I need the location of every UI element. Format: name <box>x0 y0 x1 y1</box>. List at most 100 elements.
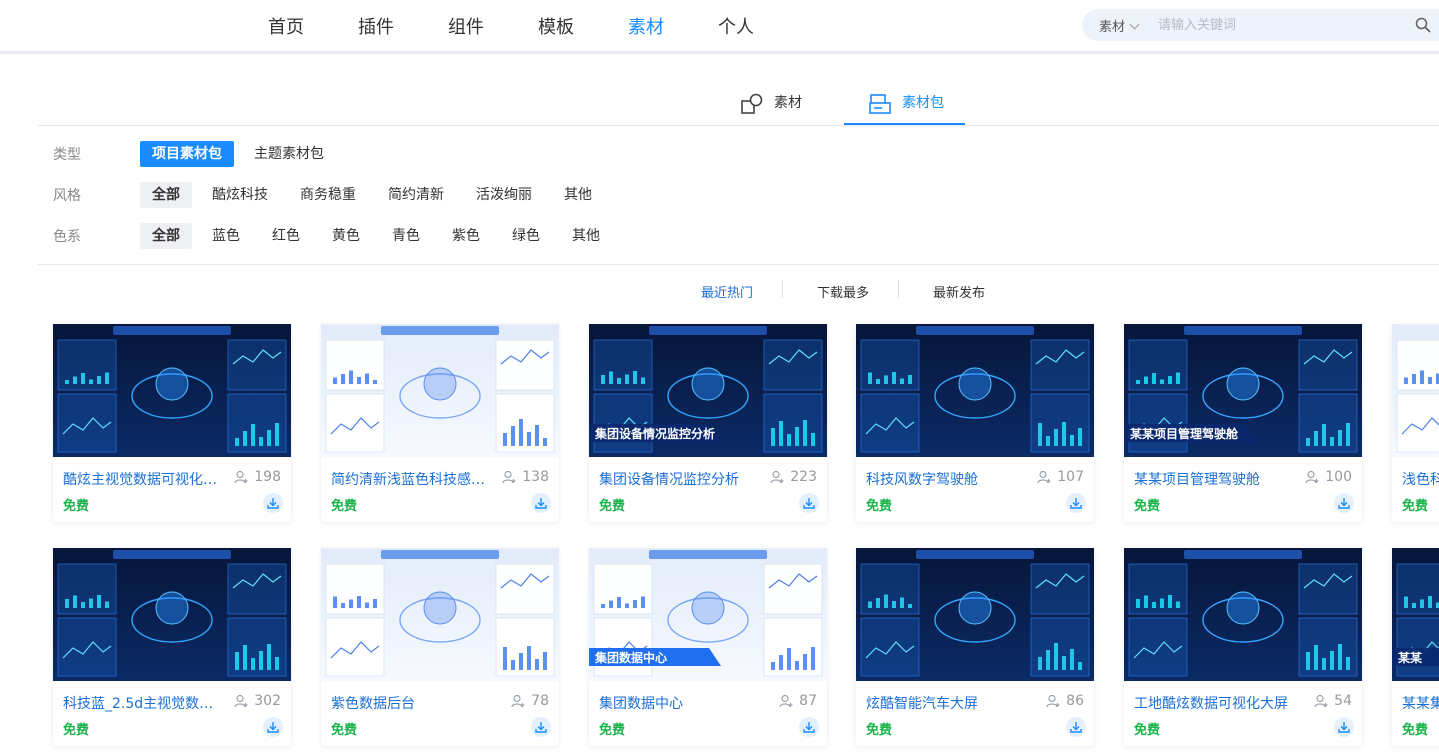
card-price-badge: 免费 <box>1134 723 1161 738</box>
card-price-badge: 免费 <box>1134 499 1161 514</box>
sort-most-downloads[interactable]: 下载最多 <box>817 282 869 301</box>
card-thumbnail[interactable]: 集团设备情况监控分析 <box>589 324 827 457</box>
card-title[interactable]: 炫酷智能汽车大屏 <box>866 693 1026 713</box>
card-download-button[interactable] <box>799 717 819 737</box>
card-title[interactable]: 某某项目管理驾驶舱 <box>1134 469 1294 489</box>
search-input[interactable] <box>1158 15 1398 35</box>
nav-item-plugins[interactable]: 插件 <box>358 13 394 39</box>
package-card[interactable]: 工地酷炫数据可视化大屏 54 免费 <box>1124 548 1362 746</box>
package-card[interactable]: 科技蓝_2.5d主视觉数据... 302 免费 <box>53 548 291 746</box>
card-download-button[interactable] <box>1066 717 1086 737</box>
tab-materials[interactable]: 素材 <box>740 92 802 126</box>
filter-chip-color-purple[interactable]: 紫色 <box>440 223 492 249</box>
filter-chip-style-all[interactable]: 全部 <box>140 182 192 208</box>
search-scope-dropdown[interactable]: 素材 <box>1099 16 1140 35</box>
sort-separator <box>782 280 783 298</box>
nav-item-materials[interactable]: 素材 <box>628 13 664 39</box>
card-thumbnail[interactable]: 集团数据中心 <box>589 548 827 681</box>
nav-item-personal[interactable]: 个人 <box>718 13 754 39</box>
filter-chip-color-yellow[interactable]: 黄色 <box>320 223 372 249</box>
filter-chip-style-business[interactable]: 商务稳重 <box>288 182 368 208</box>
top-navigation: 首页 插件 组件 模板 素材 个人 素材 <box>0 0 1439 54</box>
package-card[interactable]: 浅色科免费 <box>1392 324 1439 522</box>
card-title[interactable]: 浅色科 <box>1402 469 1439 489</box>
download-icon <box>267 498 279 509</box>
card-title[interactable]: 某某集 <box>1402 693 1439 713</box>
card-count-value: 86 <box>1066 693 1084 709</box>
card-thumbnail[interactable] <box>1392 324 1439 457</box>
card-thumbnail[interactable] <box>321 324 559 457</box>
card-title[interactable]: 工地酷炫数据可视化大屏 <box>1134 693 1294 713</box>
filter-chip-color-blue[interactable]: 蓝色 <box>200 223 252 249</box>
sort-separator <box>898 280 899 298</box>
card-thumbnail[interactable]: 某某 <box>1392 548 1439 681</box>
card-thumbnail[interactable] <box>321 548 559 681</box>
user-icon <box>1046 694 1060 708</box>
filter-chip-color-red[interactable]: 红色 <box>260 223 312 249</box>
package-card[interactable]: 紫色数据后台 78 免费 <box>321 548 559 746</box>
package-card[interactable]: 酷炫主视觉数据可视化看板 198 免费 <box>53 324 291 522</box>
filter-chip-color-green[interactable]: 绿色 <box>500 223 552 249</box>
card-thumbnail[interactable] <box>856 548 1094 681</box>
filter-chip-color-other[interactable]: 其他 <box>560 223 612 249</box>
card-title[interactable]: 简约清新浅蓝色科技感后... <box>331 469 491 489</box>
card-title[interactable]: 科技风数字驾驶舱 <box>866 469 1026 489</box>
tab-material-packages-label: 素材包 <box>902 95 944 111</box>
filter-chip-style-other[interactable]: 其他 <box>552 182 604 208</box>
card-thumbnail[interactable] <box>53 324 291 457</box>
card-title[interactable]: 科技蓝_2.5d主视觉数据... <box>63 693 223 713</box>
card-price-badge: 免费 <box>331 723 358 738</box>
card-user-count: 223 <box>770 469 817 485</box>
download-icon <box>535 498 547 509</box>
filter-chip-style-vivid[interactable]: 活泼绚丽 <box>464 182 544 208</box>
nav-item-components[interactable]: 组件 <box>448 13 484 39</box>
card-count-value: 54 <box>1334 693 1352 709</box>
nav-item-home[interactable]: 首页 <box>268 13 304 39</box>
tab-material-packages[interactable]: 素材包 <box>868 92 944 126</box>
package-card[interactable]: 集团数据中心 集团数据中心 87 免费 <box>589 548 827 746</box>
card-download-button[interactable] <box>263 717 283 737</box>
search-icon[interactable] <box>1415 17 1431 33</box>
package-card[interactable]: 炫酷智能汽车大屏 86 免费 <box>856 548 1094 746</box>
nav-item-templates[interactable]: 模板 <box>538 13 574 39</box>
filter-chip-color-cyan[interactable]: 青色 <box>380 223 432 249</box>
download-icon <box>1338 498 1350 509</box>
package-card[interactable]: 科技风数字驾驶舱 107 免费 <box>856 324 1094 522</box>
card-download-button[interactable] <box>531 717 551 737</box>
filter-chip-style-simple[interactable]: 简约清新 <box>376 182 456 208</box>
card-download-button[interactable] <box>263 493 283 513</box>
sort-recent-hot[interactable]: 最近热门 <box>701 282 753 301</box>
package-card[interactable]: 简约清新浅蓝色科技感后... 138 免费 <box>321 324 559 522</box>
card-thumbnail[interactable]: 某某项目管理驾驶舱 <box>1124 324 1362 457</box>
user-icon <box>1037 470 1051 484</box>
card-title[interactable]: 集团设备情况监控分析 <box>599 469 759 489</box>
download-icon <box>1070 498 1082 509</box>
card-title[interactable]: 酷炫主视觉数据可视化看板 <box>63 469 223 489</box>
download-icon <box>267 722 279 733</box>
filters-divider <box>38 264 1439 265</box>
card-price-badge: 免费 <box>866 499 893 514</box>
card-download-button[interactable] <box>1334 717 1354 737</box>
card-download-button[interactable] <box>531 493 551 513</box>
card-user-count: 198 <box>234 469 281 485</box>
package-card[interactable]: 集团设备情况监控分析 集团设备情况监控分析 223 免费 <box>589 324 827 522</box>
card-download-button[interactable] <box>1334 493 1354 513</box>
card-title[interactable]: 集团数据中心 <box>599 693 759 713</box>
package-card[interactable]: 某某某某集免费 <box>1392 548 1439 746</box>
filter-chip-color-all[interactable]: 全部 <box>140 223 192 249</box>
card-thumbnail[interactable] <box>1124 548 1362 681</box>
download-icon <box>803 498 815 509</box>
package-card[interactable]: 某某项目管理驾驶舱 某某项目管理驾驶舱 100 免费 <box>1124 324 1362 522</box>
app-root: 首页 插件 组件 模板 素材 个人 素材 素材 素材包 <box>0 0 1439 754</box>
download-icon <box>535 722 547 733</box>
card-title[interactable]: 紫色数据后台 <box>331 693 491 713</box>
filter-chip-theme-package[interactable]: 主题素材包 <box>242 141 336 167</box>
card-download-button[interactable] <box>1066 493 1086 513</box>
filter-chip-style-tech[interactable]: 酷炫科技 <box>200 182 280 208</box>
thumbnail-banner-text: 集团设备情况监控分析 <box>594 426 715 441</box>
card-thumbnail[interactable] <box>53 548 291 681</box>
card-download-button[interactable] <box>799 493 819 513</box>
card-thumbnail[interactable] <box>856 324 1094 457</box>
sort-newest[interactable]: 最新发布 <box>933 282 985 301</box>
filter-chip-project-package[interactable]: 项目素材包 <box>140 141 234 167</box>
